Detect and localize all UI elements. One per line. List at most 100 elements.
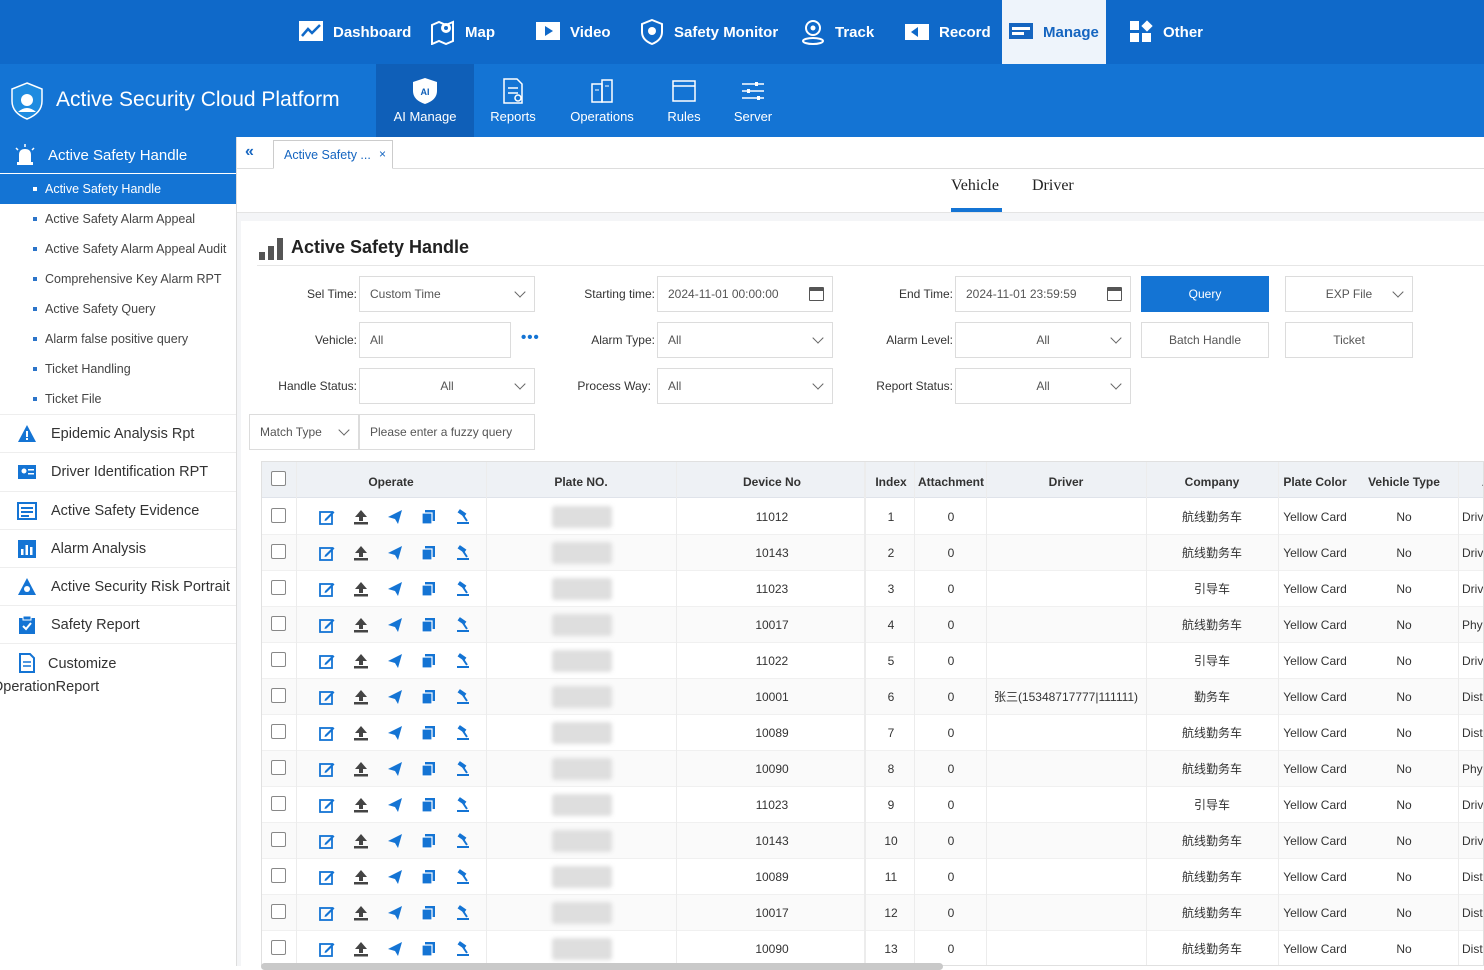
hammer-icon[interactable] bbox=[446, 823, 480, 859]
send-icon[interactable] bbox=[378, 931, 412, 965]
ticket-button[interactable]: Ticket bbox=[1285, 322, 1413, 358]
row-checkbox[interactable] bbox=[271, 760, 286, 775]
table-row[interactable]: 10143 10 0 航线勤务车 Yellow Card No Drive bbox=[262, 823, 1483, 859]
copy-icon[interactable] bbox=[412, 535, 446, 571]
send-icon[interactable] bbox=[378, 715, 412, 751]
copy-icon[interactable] bbox=[412, 643, 446, 679]
edit-icon[interactable] bbox=[310, 895, 344, 931]
sidebar-group-safety-report[interactable]: Safety Report bbox=[0, 605, 236, 643]
tab-active-safety[interactable]: Active Safety ... × bbox=[273, 140, 393, 169]
horizontal-scrollbar[interactable] bbox=[261, 963, 943, 970]
sidebar-group-risk-portrait[interactable]: Active Security Risk Portrait bbox=[0, 567, 236, 605]
sidebar-group-customize-report[interactable]: Customize OperationReport bbox=[0, 643, 236, 699]
copy-icon[interactable] bbox=[412, 499, 446, 535]
batch-handle-button[interactable]: Batch Handle bbox=[1141, 322, 1269, 358]
upload-icon[interactable] bbox=[344, 859, 378, 895]
nav-other[interactable]: Other bbox=[1128, 0, 1203, 64]
fuzzy-query-input[interactable]: Please enter a fuzzy query bbox=[359, 414, 535, 450]
edit-icon[interactable] bbox=[310, 535, 344, 571]
edit-icon[interactable] bbox=[310, 823, 344, 859]
row-checkbox[interactable] bbox=[271, 652, 286, 667]
nav-map[interactable]: Map bbox=[430, 0, 495, 64]
edit-icon[interactable] bbox=[310, 931, 344, 965]
upload-icon[interactable] bbox=[344, 571, 378, 607]
copy-icon[interactable] bbox=[412, 679, 446, 715]
send-icon[interactable] bbox=[378, 535, 412, 571]
tab-driver[interactable]: Driver bbox=[1032, 177, 1074, 195]
hammer-icon[interactable] bbox=[446, 679, 480, 715]
end-time-input[interactable]: 2024-11-01 23:59:59 bbox=[955, 276, 1131, 312]
hammer-icon[interactable] bbox=[446, 751, 480, 787]
row-checkbox[interactable] bbox=[271, 796, 286, 811]
table-row[interactable]: 10017 12 0 航线勤务车 Yellow Card No Distr bbox=[262, 895, 1483, 931]
upload-icon[interactable] bbox=[344, 607, 378, 643]
send-icon[interactable] bbox=[378, 607, 412, 643]
export-file-select[interactable]: EXP File bbox=[1285, 276, 1413, 312]
nav-dashboard[interactable]: Dashboard bbox=[298, 0, 411, 64]
sidebar-item-alarm-appeal[interactable]: Active Safety Alarm Appeal bbox=[0, 204, 236, 234]
nav-manage[interactable]: Manage bbox=[1002, 0, 1106, 64]
row-checkbox[interactable] bbox=[271, 904, 286, 919]
edit-icon[interactable] bbox=[310, 571, 344, 607]
subnav-server[interactable]: Server bbox=[722, 64, 784, 137]
copy-icon[interactable] bbox=[412, 571, 446, 607]
send-icon[interactable] bbox=[378, 499, 412, 535]
upload-icon[interactable] bbox=[344, 715, 378, 751]
handle-status-select[interactable]: All bbox=[359, 368, 535, 404]
copy-icon[interactable] bbox=[412, 751, 446, 787]
upload-icon[interactable] bbox=[344, 535, 378, 571]
hammer-icon[interactable] bbox=[446, 895, 480, 931]
alarm-level-select[interactable]: All bbox=[955, 322, 1131, 358]
hammer-icon[interactable] bbox=[446, 643, 480, 679]
sidebar-group-alarm-analysis[interactable]: Alarm Analysis bbox=[0, 529, 236, 567]
send-icon[interactable] bbox=[378, 823, 412, 859]
close-tab-icon[interactable]: × bbox=[379, 147, 386, 161]
sidebar-group-epidemic[interactable]: Epidemic Analysis Rpt bbox=[0, 414, 236, 452]
match-type-select[interactable]: Match Type bbox=[249, 414, 359, 450]
send-icon[interactable] bbox=[378, 787, 412, 823]
upload-icon[interactable] bbox=[344, 895, 378, 931]
row-checkbox[interactable] bbox=[271, 580, 286, 595]
row-checkbox[interactable] bbox=[271, 832, 286, 847]
table-row[interactable]: 11022 5 0 引导车 Yellow Card No Drive bbox=[262, 643, 1483, 679]
sel-time-select[interactable]: Custom Time bbox=[359, 276, 535, 312]
table-row[interactable]: 10089 11 0 航线勤务车 Yellow Card No Distr bbox=[262, 859, 1483, 895]
row-checkbox[interactable] bbox=[271, 940, 286, 955]
copy-icon[interactable] bbox=[412, 787, 446, 823]
row-checkbox[interactable] bbox=[271, 508, 286, 523]
nav-video[interactable]: Video bbox=[535, 0, 611, 64]
query-button[interactable]: Query bbox=[1141, 276, 1269, 312]
copy-icon[interactable] bbox=[412, 823, 446, 859]
nav-safety-monitor[interactable]: Safety Monitor bbox=[639, 0, 778, 64]
edit-icon[interactable] bbox=[310, 499, 344, 535]
edit-icon[interactable] bbox=[310, 751, 344, 787]
subnav-operations[interactable]: Operations bbox=[562, 64, 642, 137]
sidebar-group-evidence[interactable]: Active Safety Evidence bbox=[0, 491, 236, 529]
send-icon[interactable] bbox=[378, 895, 412, 931]
copy-icon[interactable] bbox=[412, 715, 446, 751]
sidebar-item-ticket-handling[interactable]: Ticket Handling bbox=[0, 354, 236, 384]
edit-icon[interactable] bbox=[310, 643, 344, 679]
edit-icon[interactable] bbox=[310, 607, 344, 643]
table-row[interactable]: 11012 1 0 航线勤务车 Yellow Card No Drive bbox=[262, 499, 1483, 535]
sidebar-item-active-safety-handle[interactable]: Active Safety Handle bbox=[0, 174, 236, 204]
nav-track[interactable]: Track bbox=[800, 0, 874, 64]
hammer-icon[interactable] bbox=[446, 571, 480, 607]
row-checkbox[interactable] bbox=[271, 868, 286, 883]
alarm-type-select[interactable]: All bbox=[657, 322, 833, 358]
upload-icon[interactable] bbox=[344, 751, 378, 787]
table-row[interactable]: 10001 6 0 张三(15348717777|111111) 勤务车 Yellow C… bbox=[262, 679, 1483, 715]
upload-icon[interactable] bbox=[344, 787, 378, 823]
edit-icon[interactable] bbox=[310, 787, 344, 823]
vehicle-more-button[interactable]: ••• bbox=[521, 329, 540, 346]
edit-icon[interactable] bbox=[310, 715, 344, 751]
sidebar-item-active-safety-query[interactable]: Active Safety Query bbox=[0, 294, 236, 324]
edit-icon[interactable] bbox=[310, 679, 344, 715]
sidebar-item-key-alarm-rpt[interactable]: Comprehensive Key Alarm RPT bbox=[0, 264, 236, 294]
edit-icon[interactable] bbox=[310, 859, 344, 895]
hammer-icon[interactable] bbox=[446, 607, 480, 643]
process-way-select[interactable]: All bbox=[657, 368, 833, 404]
subnav-rules[interactable]: Rules bbox=[654, 64, 714, 137]
start-time-input[interactable]: 2024-11-01 00:00:00 bbox=[657, 276, 833, 312]
send-icon[interactable] bbox=[378, 571, 412, 607]
